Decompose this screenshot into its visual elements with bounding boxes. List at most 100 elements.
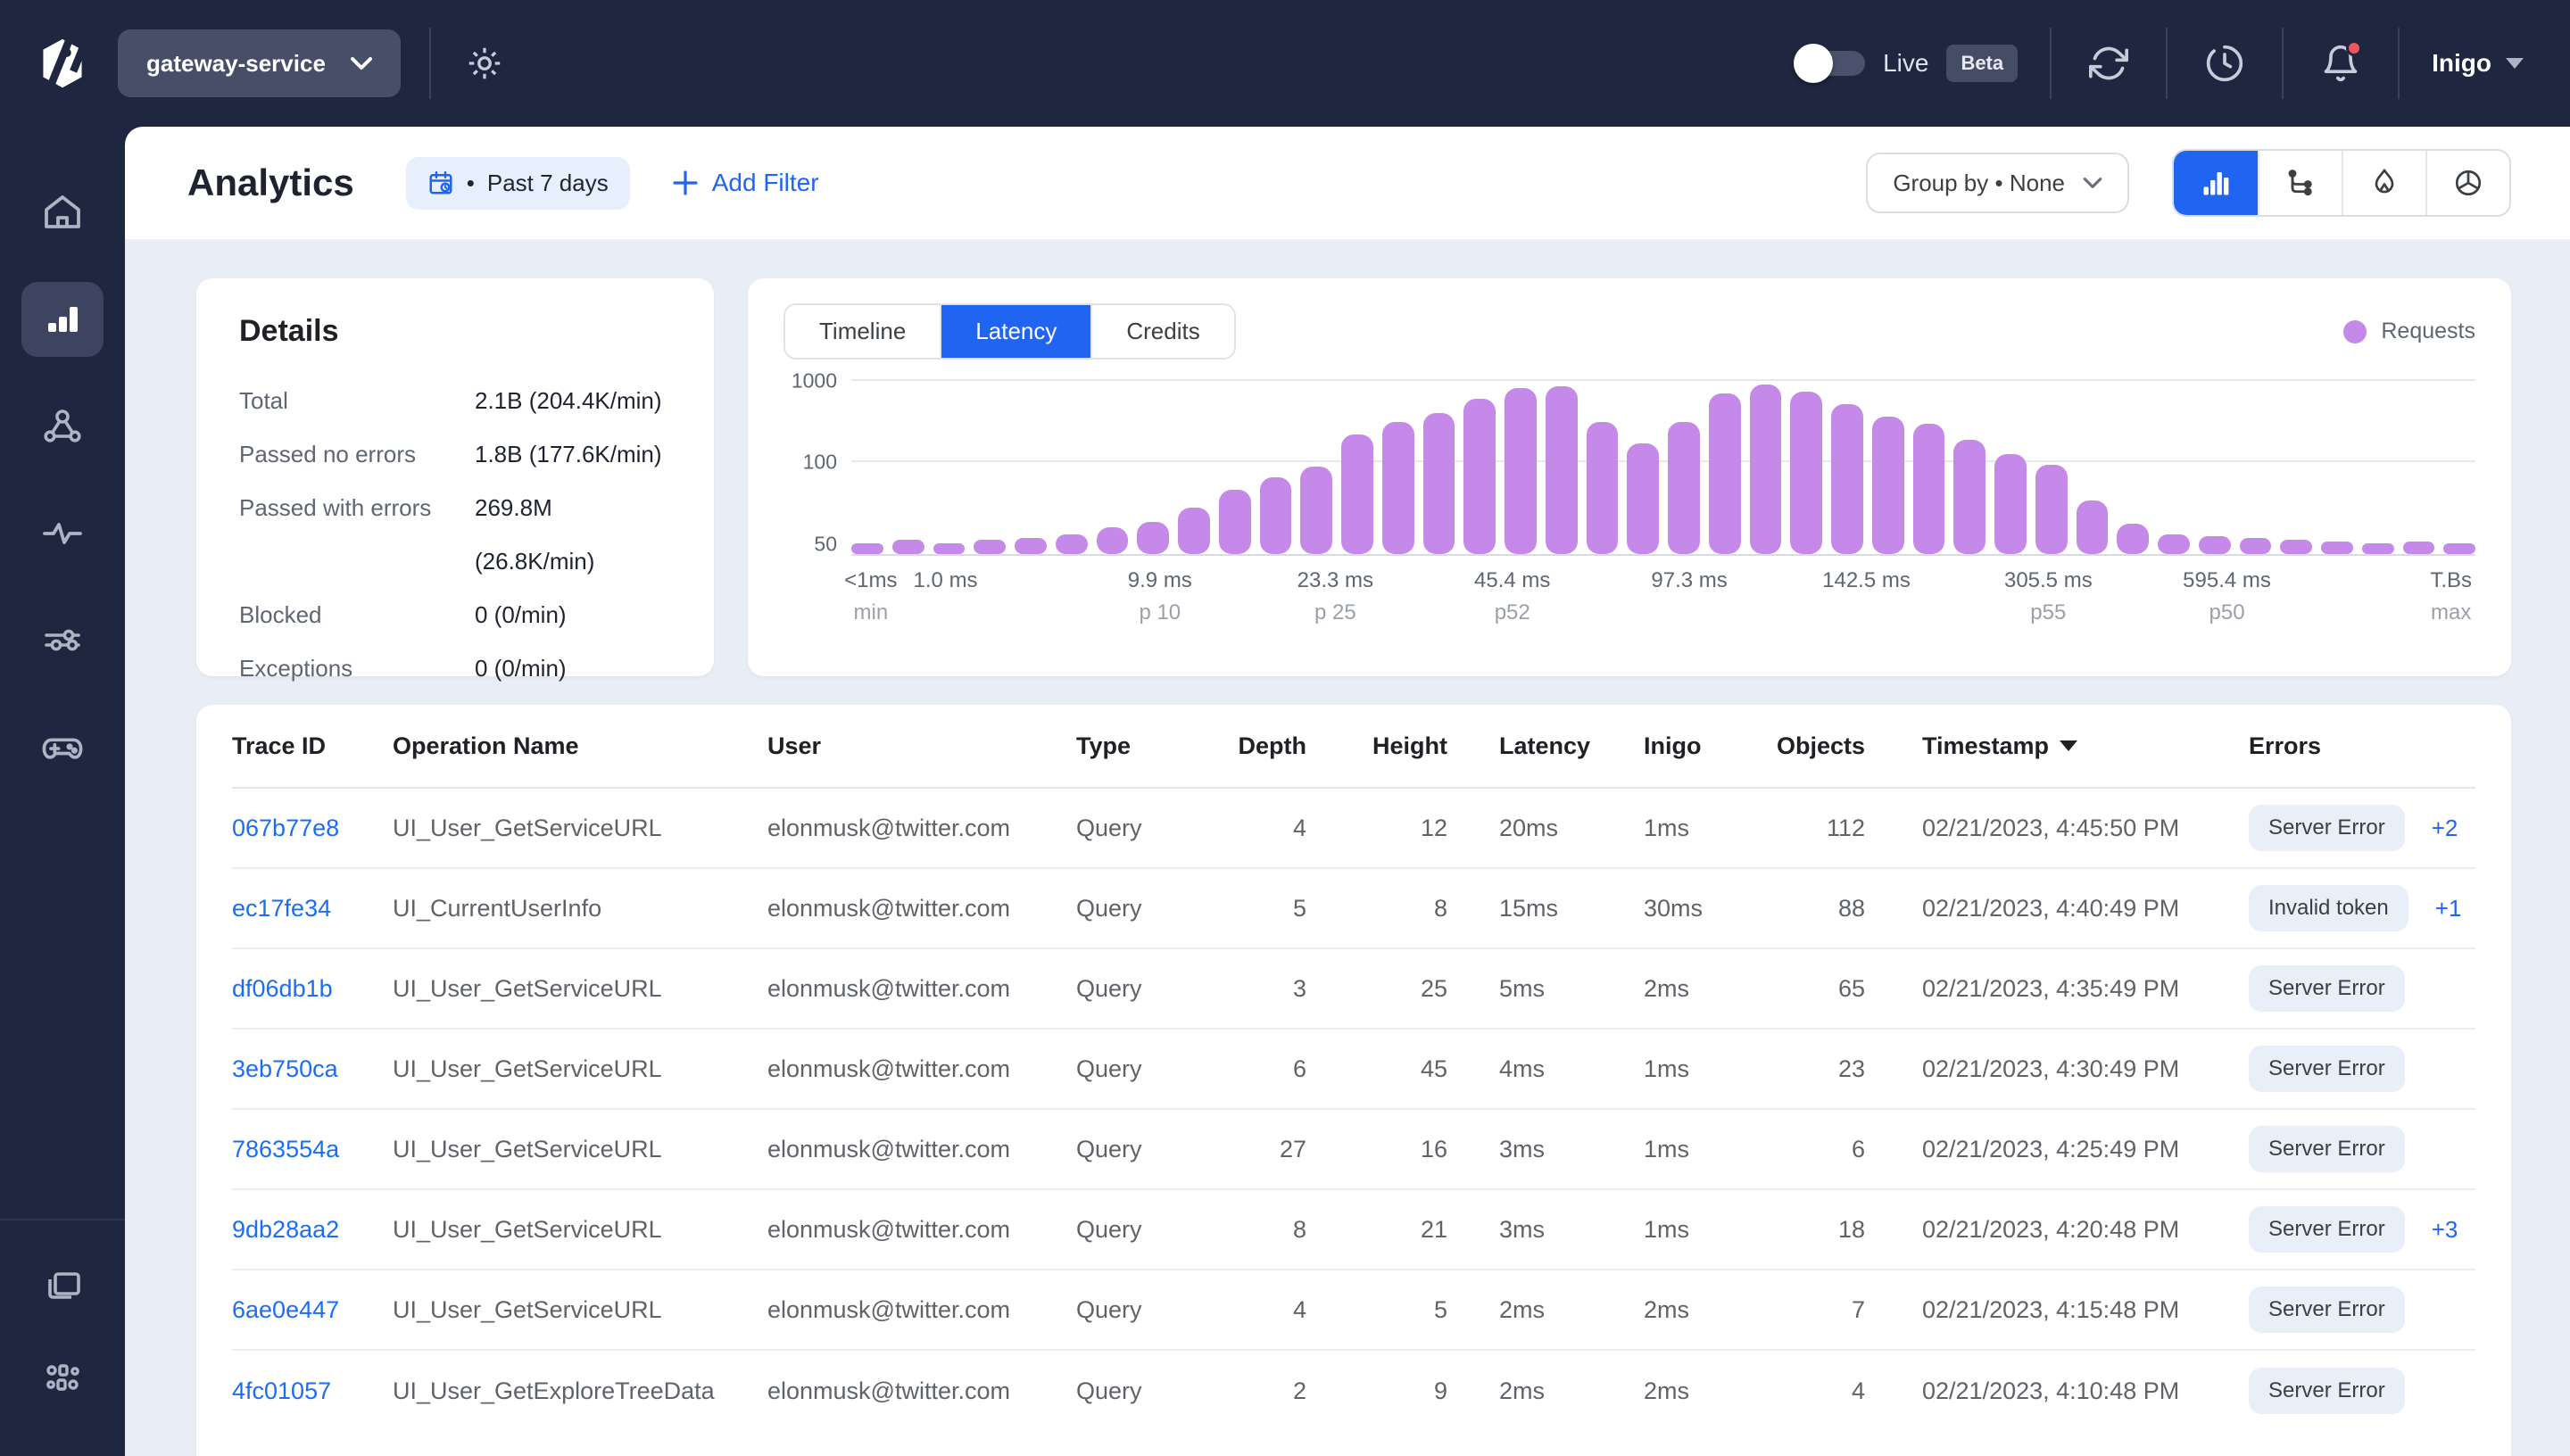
chart-tab-latency[interactable]: Latency [940, 305, 1091, 358]
requests-bar[interactable] [1668, 422, 1700, 554]
add-filter-button[interactable]: Add Filter [673, 169, 819, 197]
user-cell: elonmusk@twitter.com [767, 974, 1010, 1002]
requests-bar[interactable] [891, 540, 924, 554]
requests-bar[interactable] [1912, 424, 1945, 554]
table-row[interactable]: 6ae0e447 UI_User_GetServiceURL elonmusk@tw… [232, 1270, 2475, 1351]
date-range-chip[interactable]: • Past 7 days [405, 156, 630, 210]
table-row[interactable]: 3eb750ca UI_User_GetServiceURL elonmusk@tw… [232, 1030, 2475, 1110]
sidebar-item-home[interactable] [21, 175, 104, 250]
requests-bar[interactable] [1381, 422, 1414, 554]
column-header-operation-name[interactable]: Operation Name [393, 732, 767, 760]
requests-bar[interactable] [2198, 536, 2231, 554]
sidebar-item-cluster[interactable] [21, 1340, 104, 1415]
topbar-divider [2282, 28, 2284, 99]
table-row[interactable]: df06db1b UI_User_GetServiceURL elonmusk@tw… [232, 949, 2475, 1030]
table-row[interactable]: 4fc01057 UI_User_GetExploreTreeData elonmu… [232, 1351, 2475, 1431]
settings-gear-button[interactable] [460, 38, 510, 88]
requests-bar[interactable] [1831, 404, 1863, 554]
operation-name-cell: UI_User_GetServiceURL [393, 1135, 662, 1162]
column-header-timestamp[interactable]: Timestamp [1865, 732, 2249, 760]
requests-bar[interactable] [1096, 527, 1129, 554]
service-selector[interactable]: gateway-service [118, 29, 401, 97]
more-errors-link[interactable]: +1 [2435, 895, 2462, 922]
user-menu[interactable]: Inigo [2432, 49, 2524, 78]
requests-bar[interactable] [1790, 392, 1822, 554]
requests-bar[interactable] [933, 543, 966, 554]
trace-id-link[interactable]: df06db1b [232, 975, 333, 1002]
sidebar-item-graph[interactable] [21, 389, 104, 464]
requests-bar[interactable] [2361, 543, 2394, 554]
requests-bar[interactable] [2035, 465, 2068, 554]
view-pie-button[interactable] [2425, 151, 2509, 215]
trace-id-link[interactable]: 9db28aa2 [232, 1216, 339, 1243]
column-header-errors[interactable]: Errors [2249, 732, 2475, 760]
table-row[interactable]: 067b77e8 UI_User_GetServiceURL elonmusk@tw… [232, 789, 2475, 869]
requests-bar[interactable] [2117, 524, 2149, 554]
requests-bar[interactable] [2321, 542, 2353, 554]
requests-bar[interactable] [851, 543, 883, 554]
more-errors-link[interactable]: +2 [2432, 815, 2458, 842]
requests-bar[interactable] [1137, 522, 1169, 554]
view-tree-button[interactable] [2258, 151, 2342, 215]
column-header-inigo[interactable]: Inigo [1644, 732, 1767, 760]
requests-bar[interactable] [2402, 542, 2435, 554]
requests-bar[interactable] [1627, 443, 1659, 554]
history-button[interactable] [2200, 38, 2250, 88]
live-toggle[interactable] [1794, 44, 1866, 83]
requests-bar[interactable] [1463, 399, 1496, 554]
notifications-button[interactable] [2316, 38, 2366, 88]
view-histogram-button[interactable] [2174, 151, 2258, 215]
requests-bar[interactable] [1178, 508, 1210, 554]
more-errors-link[interactable]: +3 [2432, 1216, 2458, 1244]
trace-id-link[interactable]: 6ae0e447 [232, 1296, 339, 1323]
requests-bar[interactable] [974, 540, 1006, 554]
sidebar-item-activity[interactable] [21, 496, 104, 571]
requests-bar[interactable] [1055, 534, 1088, 554]
requests-bar[interactable] [2239, 538, 2272, 554]
table-row[interactable]: 7863554a UI_User_GetServiceURL elonmusk@tw… [232, 1110, 2475, 1190]
requests-bar[interactable] [1422, 413, 1455, 554]
chart-tab-credits[interactable]: Credits [1090, 305, 1234, 358]
requests-bar[interactable] [1015, 538, 1047, 554]
requests-bar[interactable] [1300, 467, 1332, 554]
requests-bar[interactable] [1341, 434, 1373, 554]
user-cell: elonmusk@twitter.com [767, 1215, 1010, 1243]
requests-bar[interactable] [2443, 543, 2475, 554]
requests-bar[interactable] [2076, 500, 2109, 554]
requests-bar[interactable] [1749, 385, 1782, 554]
column-header-height[interactable]: Height [1306, 732, 1447, 760]
requests-bar[interactable] [1871, 417, 1904, 554]
trace-id-link[interactable]: ec17fe34 [232, 895, 331, 922]
trace-id-link[interactable]: 067b77e8 [232, 815, 339, 841]
table-row[interactable]: ec17fe34 UI_CurrentUserInfo elonmusk@twitt… [232, 869, 2475, 949]
requests-bar[interactable] [1586, 422, 1619, 554]
group-by-dropdown[interactable]: Group by • None [1866, 153, 2129, 213]
view-flame-button[interactable] [2342, 151, 2425, 215]
gear-icon [468, 47, 501, 79]
requests-bar[interactable] [1953, 440, 1986, 554]
trace-id-link[interactable]: 4fc01057 [232, 1377, 331, 1404]
requests-bar[interactable] [1708, 393, 1741, 554]
column-header-latency[interactable]: Latency [1447, 732, 1644, 760]
sidebar-item-docs[interactable] [21, 1247, 104, 1322]
sidebar-item-config[interactable] [21, 603, 104, 678]
column-header-depth[interactable]: Depth [1237, 732, 1307, 760]
requests-bar[interactable] [2280, 540, 2312, 554]
requests-bar[interactable] [1259, 477, 1292, 554]
table-row[interactable]: 9db28aa2 UI_User_GetServiceURL elonmusk@tw… [232, 1190, 2475, 1270]
requests-bar[interactable] [1505, 388, 1537, 554]
sidebar-item-analytics[interactable] [21, 282, 104, 357]
chart-tab-timeline[interactable]: Timeline [785, 305, 941, 358]
column-header-user[interactable]: User [767, 732, 1076, 760]
trace-id-link[interactable]: 7863554a [232, 1136, 339, 1162]
sidebar-item-sandbox[interactable] [21, 710, 104, 785]
column-header-objects[interactable]: Objects [1767, 732, 1865, 760]
column-header-type[interactable]: Type [1076, 732, 1237, 760]
requests-bar[interactable] [2158, 534, 2190, 554]
requests-bar[interactable] [1218, 490, 1251, 554]
requests-bar[interactable] [1994, 454, 2027, 554]
refresh-button[interactable] [2084, 38, 2134, 88]
column-header-trace-id[interactable]: Trace ID [232, 732, 393, 760]
requests-bar[interactable] [1545, 386, 1578, 554]
trace-id-link[interactable]: 3eb750ca [232, 1055, 338, 1082]
